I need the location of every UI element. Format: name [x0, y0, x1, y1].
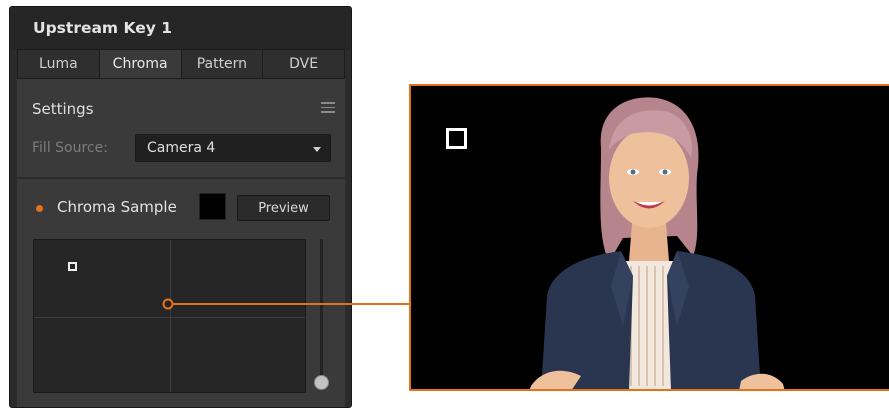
callout-connector — [162, 298, 410, 310]
